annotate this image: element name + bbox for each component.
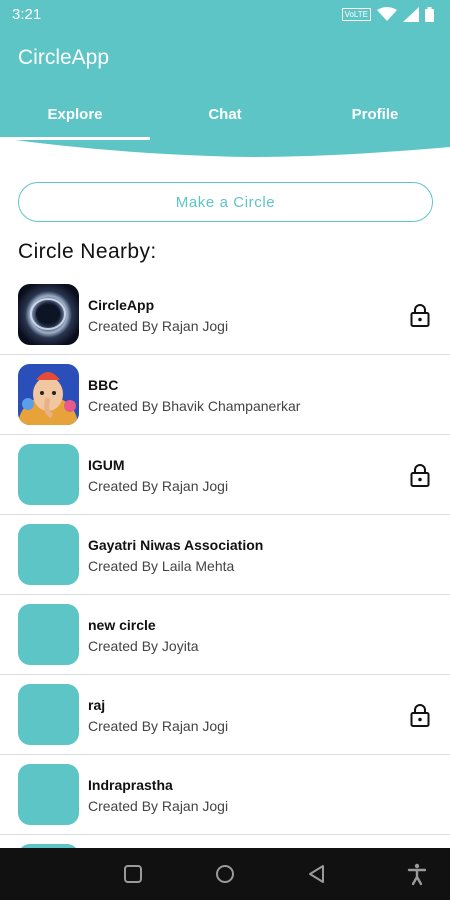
circle-row[interactable]: new circle Created By Joyita <box>0 595 450 675</box>
circle-name: IGUM <box>88 457 125 473</box>
circle-creator: Created By Joyita <box>88 638 199 654</box>
recents-square-icon[interactable] <box>121 862 145 886</box>
circle-name: Gayatri Niwas Association <box>88 537 264 553</box>
circle-list: CircleApp Created By Rajan Jogi BBC Crea… <box>0 275 450 848</box>
accessibility-icon[interactable] <box>405 862 429 886</box>
circle-creator: Created By Bhavik Champanerkar <box>88 398 301 414</box>
tab-explore[interactable]: Explore <box>0 106 150 123</box>
circle-name: Indraprastha <box>88 777 173 793</box>
circle-avatar-placeholder <box>18 444 79 505</box>
circle-creator: Created By Laila Mehta <box>88 558 235 574</box>
volte-badge: VoLTE <box>341 8 371 21</box>
circle-name: raj <box>88 697 106 713</box>
status-icons: VoLTE <box>341 7 434 22</box>
wifi-icon <box>377 7 397 21</box>
circle-row[interactable]: CircleApp Created By Rajan Jogi <box>0 275 450 355</box>
circle-avatar-placeholder <box>18 764 79 825</box>
circle-name: CircleApp <box>88 297 155 313</box>
circle-avatar-placeholder <box>18 524 79 585</box>
circle-avatar <box>18 364 79 425</box>
app-header: CircleApp Explore Chat Profile <box>0 30 450 158</box>
lock-icon <box>410 704 430 727</box>
circle-creator: Created By Rajan Jogi <box>88 318 229 334</box>
status-time: 3:21 <box>12 6 42 23</box>
circle-creator: Created By Rajan Jogi <box>88 798 229 814</box>
lock-icon <box>410 304 430 327</box>
circle-avatar-placeholder <box>18 604 79 665</box>
tab-profile[interactable]: Profile <box>300 106 450 123</box>
circle-avatar-placeholder <box>18 684 79 745</box>
circle-row[interactable]: Gayatri Niwas Association Created By Lai… <box>0 515 450 595</box>
circle-row[interactable]: Indraprastha Created By Rajan Jogi <box>0 755 450 835</box>
home-circle-icon[interactable] <box>213 862 237 886</box>
signal-icon <box>403 7 419 22</box>
make-circle-button[interactable]: Make a Circle <box>18 182 433 222</box>
status-bar: 3:21 VoLTE <box>0 0 450 30</box>
lock-icon <box>410 464 430 487</box>
circle-row[interactable]: BBC Created By Bhavik Champanerkar <box>0 355 450 435</box>
circle-row[interactable]: IGUM Created By Rajan Jogi <box>0 435 450 515</box>
tab-chat[interactable]: Chat <box>150 106 300 123</box>
circle-row-partial[interactable] <box>0 835 450 848</box>
circle-avatar <box>18 284 79 345</box>
app-title: CircleApp <box>18 46 110 69</box>
section-title: Circle Nearby: <box>18 240 157 263</box>
battery-icon <box>425 7 434 22</box>
circle-creator: Created By Rajan Jogi <box>88 718 229 734</box>
circle-name: BBC <box>88 377 119 393</box>
circle-creator: Created By Rajan Jogi <box>88 478 229 494</box>
circle-row[interactable]: raj Created By Rajan Jogi <box>0 675 450 755</box>
circle-name: new circle <box>88 617 156 633</box>
galaxy-image <box>18 284 79 345</box>
system-nav-bar <box>0 848 450 900</box>
back-triangle-icon[interactable] <box>305 862 329 886</box>
ganesha-image <box>18 364 79 425</box>
active-tab-indicator <box>0 137 150 140</box>
